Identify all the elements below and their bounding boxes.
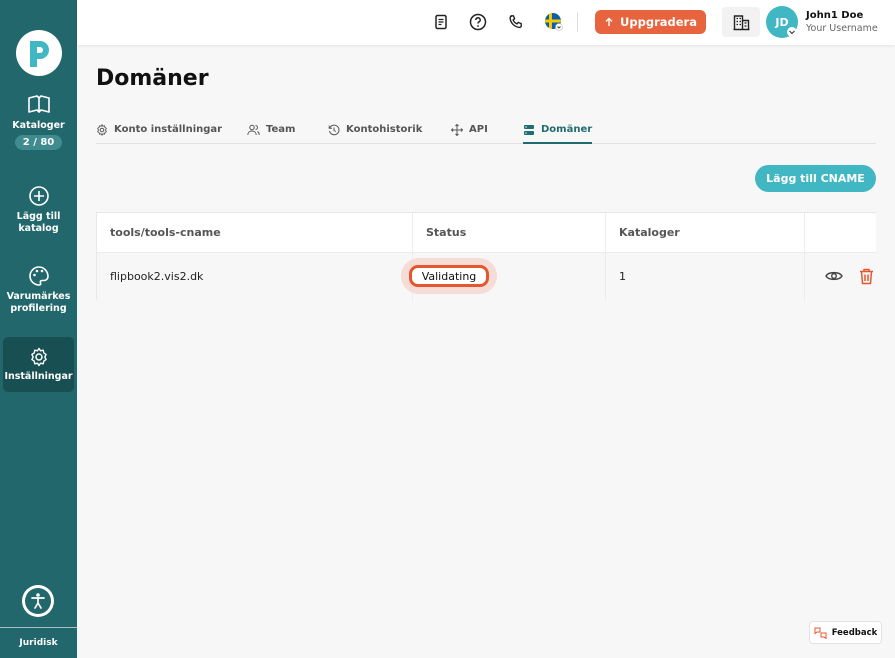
tab-label: Konto inställningar (114, 124, 223, 135)
building-icon (733, 14, 749, 30)
users-icon (247, 124, 260, 136)
cell-domain: flipbook2.vis2.dk (110, 270, 204, 283)
label-line: Varumärkes (6, 291, 71, 302)
table-header: tools/tools-cname Status Kataloger (97, 213, 877, 253)
sidebar-item-label: Lägg till katalog (17, 211, 61, 235)
history-icon (328, 124, 340, 136)
sidebar-item-branding[interactable]: Varumärkes profilering (3, 265, 74, 315)
logo-icon (30, 41, 49, 67)
book-icon (27, 95, 50, 113)
sidebar-item-add-catalog[interactable]: Lägg till katalog (3, 185, 74, 235)
phone-icon[interactable] (506, 12, 526, 32)
gear-icon (30, 347, 47, 366)
language-flag-icon[interactable] (544, 12, 564, 32)
palette-icon (28, 266, 49, 286)
company-button[interactable] (722, 7, 760, 37)
catalog-count-badge: 2 / 80 (14, 135, 63, 150)
accessibility-icon (25, 588, 51, 614)
column-header-domain: tools/tools-cname (110, 226, 221, 239)
tab-label: Team (266, 124, 296, 135)
tab-domains[interactable]: Domäner (523, 124, 593, 144)
top-bar: Uppgradera JD John1 Doe Your Username (77, 0, 895, 45)
column-header-status: Status (426, 226, 467, 239)
upgrade-label: Uppgradera (620, 15, 697, 29)
sidebar: Kataloger 2 / 80 Lägg till katalog Varumä… (0, 0, 77, 658)
tab-api[interactable]: API (451, 124, 488, 144)
tab-label: Domäner (541, 124, 593, 135)
column-divider (605, 213, 606, 301)
sidebar-divider (0, 627, 77, 628)
upgrade-button[interactable]: Uppgradera (595, 10, 706, 34)
user-username: Your Username (806, 23, 878, 34)
tab-team[interactable]: Team (247, 124, 295, 144)
label-line: Lägg till (16, 211, 61, 222)
sidebar-item-catalogs[interactable]: Kataloger 2 / 80 (3, 94, 74, 150)
server-icon (524, 125, 534, 135)
move-arrows-icon (451, 124, 463, 136)
domains-table: tools/tools-cname Status Kataloger flipb… (96, 212, 877, 301)
app-logo[interactable] (16, 30, 62, 76)
feedback-icon (814, 627, 827, 639)
tab-label: API (469, 124, 488, 135)
column-header-catalogs: Kataloger (619, 226, 680, 239)
arrow-up-icon (605, 17, 613, 26)
trash-icon[interactable] (857, 267, 875, 285)
tab-account-settings[interactable]: Konto inställningar (96, 124, 222, 144)
column-divider (804, 213, 805, 301)
label-line: profilering (10, 303, 67, 314)
sidebar-item-label: Kataloger (12, 120, 65, 131)
feedback-button[interactable]: Feedback (809, 621, 882, 644)
tab-label: Kontohistorik (346, 124, 423, 135)
help-icon[interactable] (468, 12, 488, 32)
eye-icon[interactable] (825, 267, 843, 285)
add-cname-button[interactable]: Lägg till CNAME (755, 165, 876, 192)
plus-circle-icon (28, 186, 49, 206)
tab-account-history[interactable]: Kontohistorik (328, 124, 422, 144)
sidebar-item-label: Varumärkes profilering (7, 291, 71, 315)
feedback-label: Feedback (831, 627, 878, 638)
sidebar-item-label: Inställningar (4, 370, 73, 382)
label-line: katalog (18, 223, 59, 234)
accessibility-button[interactable] (22, 585, 54, 617)
chevron-down-icon[interactable] (787, 27, 797, 37)
gear-icon (97, 124, 107, 136)
cell-catalogs: 1 (619, 270, 626, 283)
sidebar-item-settings[interactable]: Inställningar (3, 337, 74, 392)
page-title: Domäner (96, 66, 209, 91)
document-icon[interactable] (431, 12, 451, 32)
user-name: John1 Doe (806, 10, 864, 21)
topbar-divider (577, 12, 578, 32)
legal-link[interactable]: Juridisk (0, 638, 77, 648)
status-badge: Validating (409, 265, 489, 287)
settings-tabs: Konto inställningar Team Kontohistorik A… (96, 121, 876, 144)
